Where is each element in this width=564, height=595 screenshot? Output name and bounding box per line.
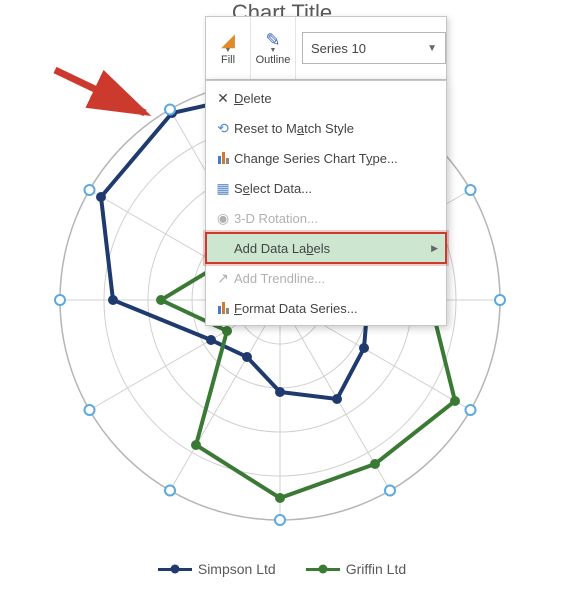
menu-3d-rotation: ◉ 3-D Rotation... [206, 203, 446, 233]
mini-toolbar: ◢ ▼ Fill ✎ ▼ Outline Series 10 ▼ [205, 16, 447, 80]
menu-delete[interactable]: ✕ Delete [206, 83, 446, 113]
select-data-icon: ▦ [212, 180, 234, 197]
reset-icon: ⟲ [212, 120, 234, 137]
menu-add-trendline: ↗ Add Trendline... [206, 263, 446, 293]
menu-add-data-labels[interactable]: Add Data Labels ▶ [206, 233, 446, 263]
delete-icon: ✕ [212, 90, 234, 107]
chart-legend: Simpson Ltd Griffin Ltd [0, 561, 564, 577]
series-selector-value: Series 10 [311, 41, 366, 56]
fill-button[interactable]: ◢ ▼ Fill [206, 17, 251, 79]
fill-label: Fill [221, 54, 235, 66]
outline-button[interactable]: ✎ ▼ Outline [251, 17, 296, 79]
legend-item-griffin[interactable]: Griffin Ltd [306, 561, 406, 577]
menu-reset[interactable]: ⟲ Reset to Match Style [206, 113, 446, 143]
trendline-icon: ↗ [212, 270, 234, 287]
format-icon [212, 300, 234, 317]
menu-select-data[interactable]: ▦ Select Data... [206, 173, 446, 203]
legend-label: Griffin Ltd [346, 561, 406, 577]
legend-label: Simpson Ltd [198, 561, 276, 577]
series-selector[interactable]: Series 10 ▼ [302, 32, 446, 64]
dropdown-icon: ▼ [225, 47, 232, 54]
context-menu: ✕ Delete ⟲ Reset to Match Style Change S… [205, 80, 447, 326]
chevron-down-icon: ▼ [427, 43, 437, 54]
submenu-arrow-icon: ▶ [431, 243, 438, 254]
menu-change-chart-type[interactable]: Change Series Chart Type... [206, 143, 446, 173]
chart-type-icon [212, 150, 234, 167]
menu-format-data-series[interactable]: Format Data Series... [206, 293, 446, 323]
outline-label: Outline [256, 54, 291, 66]
rotation-3d-icon: ◉ [212, 210, 234, 227]
legend-item-simpson[interactable]: Simpson Ltd [158, 561, 276, 577]
legend-marker-icon [158, 568, 192, 571]
legend-marker-icon [306, 568, 340, 571]
dropdown-icon: ▼ [270, 47, 277, 54]
